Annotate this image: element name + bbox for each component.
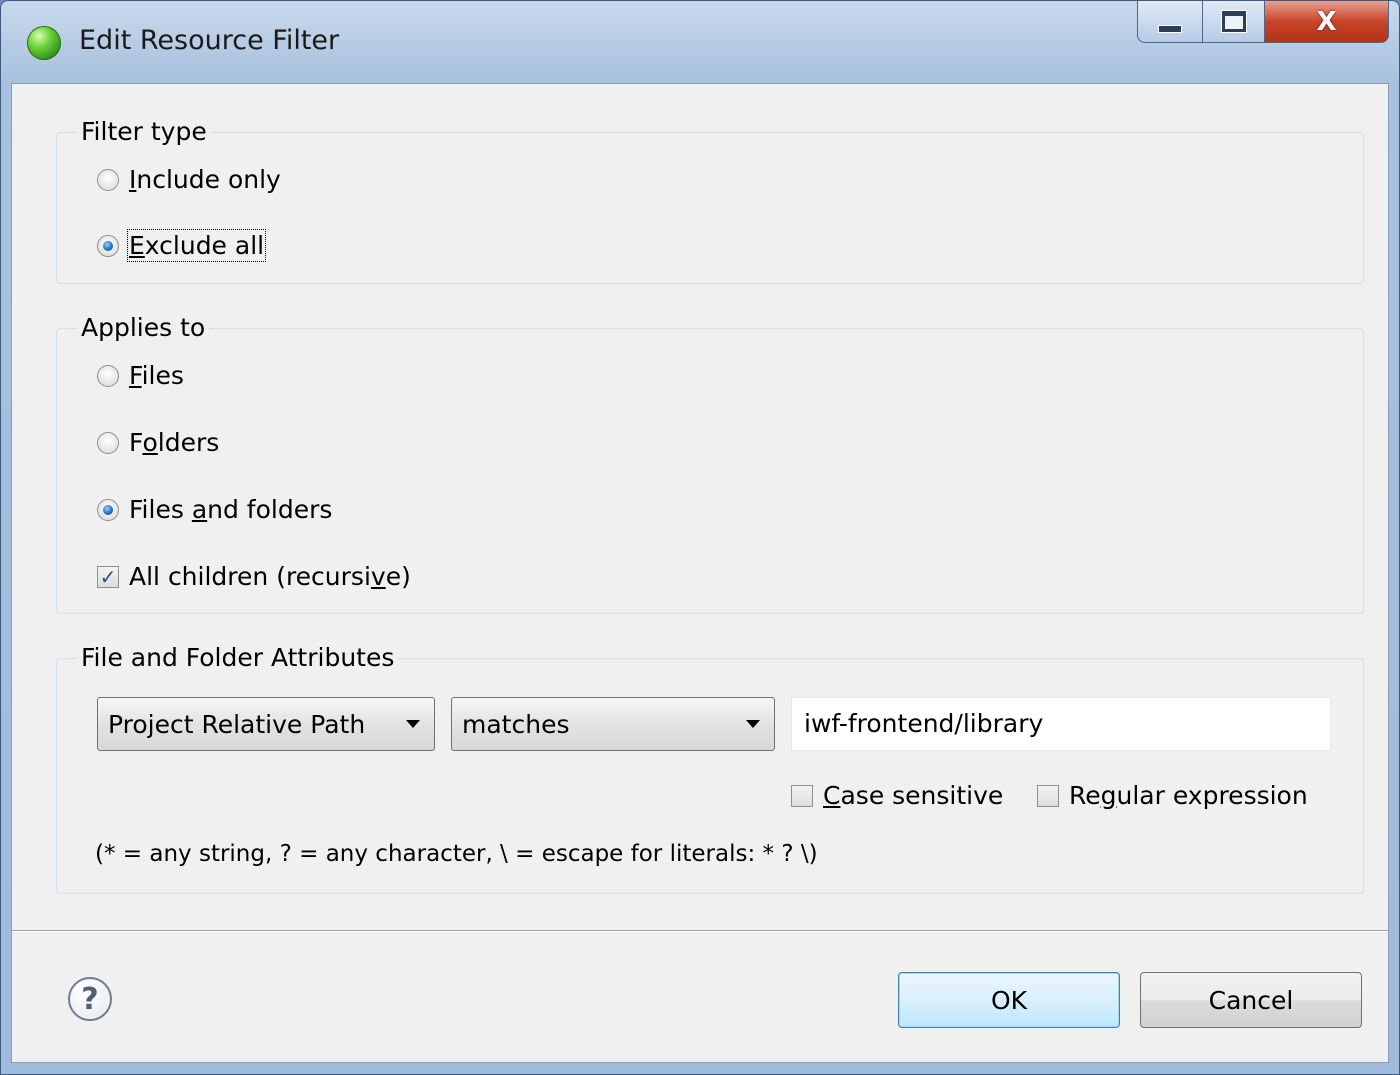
- all-children-label: All children (recursive): [129, 562, 411, 591]
- pattern-hint: (* = any string, ? = any character, \ = …: [95, 841, 818, 867]
- include-only-radio-indicator[interactable]: [97, 168, 119, 191]
- attribute-select-value: Project Relative Path: [108, 709, 366, 739]
- applies-to-group: Applies to Files Folders Files and folde…: [56, 311, 1364, 614]
- dialog-content: Filter type Include only Exclude all App…: [11, 83, 1389, 1063]
- window-controls: X: [1137, 1, 1389, 45]
- folders-label: Folders: [129, 428, 220, 457]
- regular-expression-checkbox-box[interactable]: [1037, 784, 1059, 807]
- close-button[interactable]: X: [1265, 1, 1389, 43]
- close-icon: X: [1316, 6, 1337, 37]
- applies-to-label: Applies to: [77, 311, 210, 345]
- cancel-button[interactable]: Cancel: [1140, 972, 1362, 1028]
- include-only-label: Include only: [129, 165, 281, 194]
- exclude-all-label: Exclude all: [126, 229, 267, 262]
- window-title: Edit Resource Filter: [79, 25, 340, 56]
- files-and-folders-radio[interactable]: Files and folders: [97, 495, 332, 524]
- pattern-input[interactable]: iwf-frontend/library: [791, 697, 1331, 751]
- attributes-group: File and Folder Attributes Project Relat…: [56, 641, 1364, 894]
- chevron-down-icon: [746, 720, 760, 728]
- help-icon[interactable]: ?: [68, 977, 112, 1021]
- case-sensitive-checkbox[interactable]: Case sensitive: [791, 781, 1003, 810]
- attribute-select[interactable]: Project Relative Path: [97, 697, 435, 751]
- all-children-checkbox-box[interactable]: ✓: [97, 564, 119, 589]
- operator-select[interactable]: matches: [451, 697, 775, 751]
- files-label: Files: [129, 361, 184, 390]
- all-children-checkbox[interactable]: ✓ All children (recursive): [97, 562, 411, 591]
- chevron-down-icon: [406, 720, 420, 728]
- files-and-folders-label: Files and folders: [129, 495, 333, 524]
- folders-radio[interactable]: Folders: [97, 428, 219, 457]
- maximize-icon: [1221, 11, 1246, 32]
- dialog-window: Edit Resource Filter X Filter type Inclu…: [0, 0, 1400, 1075]
- include-only-radio[interactable]: Include only: [97, 165, 281, 194]
- filter-type-label: Filter type: [77, 115, 211, 149]
- folders-radio-indicator[interactable]: [97, 431, 119, 454]
- files-radio-indicator[interactable]: [97, 364, 119, 387]
- checkmark-icon: ✓: [99, 564, 117, 589]
- title-bar[interactable]: Edit Resource Filter X: [1, 1, 1399, 83]
- maximize-button[interactable]: [1203, 1, 1265, 43]
- regular-expression-label: Regular expression: [1069, 781, 1308, 810]
- exclude-all-radio-indicator[interactable]: [97, 234, 119, 257]
- files-radio[interactable]: Files: [97, 361, 184, 390]
- regular-expression-checkbox[interactable]: Regular expression: [1037, 781, 1308, 810]
- case-sensitive-checkbox-box[interactable]: [791, 784, 813, 807]
- eclipse-icon: [27, 26, 61, 60]
- ok-button[interactable]: OK: [898, 972, 1120, 1028]
- case-sensitive-label: Case sensitive: [823, 781, 1004, 810]
- operator-select-value: matches: [462, 709, 570, 739]
- minimize-icon: [1158, 24, 1182, 33]
- minimize-button[interactable]: [1137, 1, 1203, 43]
- attributes-label: File and Folder Attributes: [77, 641, 399, 675]
- footer-separator: [12, 930, 1388, 932]
- files-and-folders-radio-indicator[interactable]: [97, 498, 119, 521]
- filter-type-group: Filter type Include only Exclude all: [56, 115, 1364, 284]
- exclude-all-radio[interactable]: Exclude all: [97, 229, 267, 262]
